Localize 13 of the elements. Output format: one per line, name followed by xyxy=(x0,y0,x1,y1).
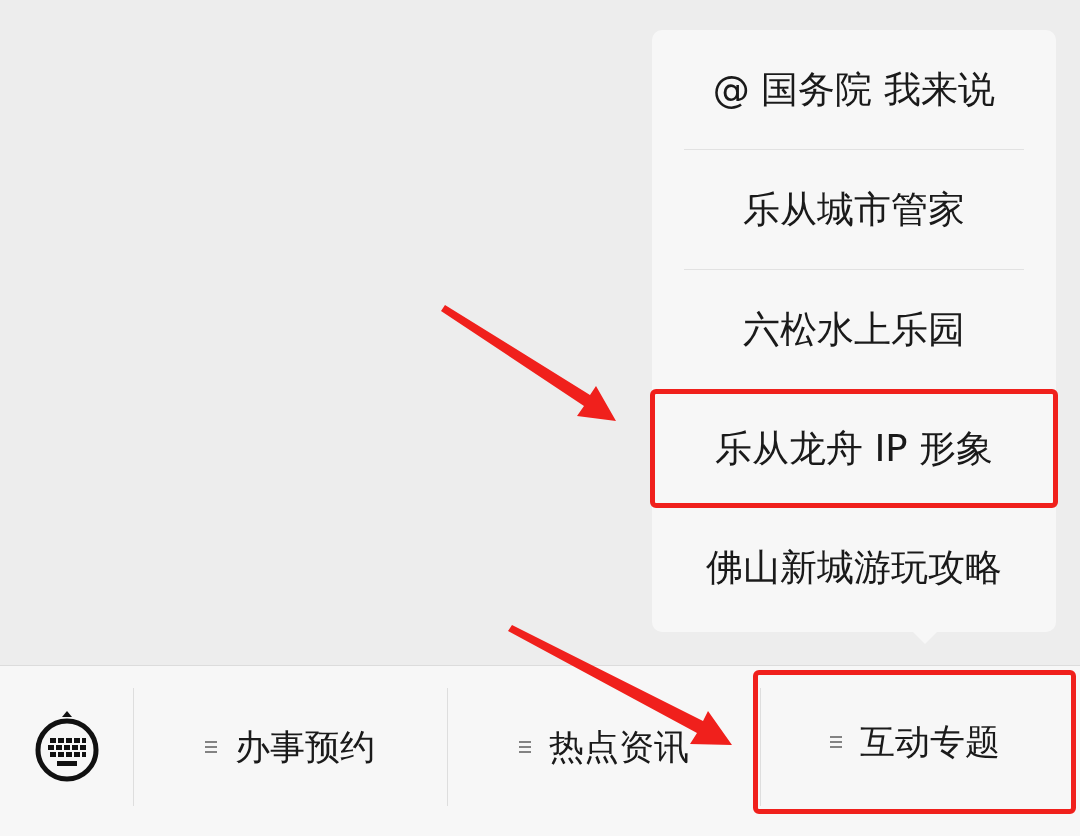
menu-item[interactable]: 佛山新城游玩攻略 xyxy=(652,508,1056,627)
menu-icon xyxy=(829,735,842,749)
menu-icon xyxy=(519,740,531,754)
menu-tab[interactable]: 办事预约 xyxy=(134,688,448,806)
menu-tab[interactable]: 互动专题 xyxy=(753,670,1076,814)
tab-label: 热点资讯 xyxy=(549,725,689,769)
menu-item[interactable]: @ 国务院 我来说 xyxy=(652,30,1056,149)
menu-item[interactable]: 乐从龙舟 IP 形象 xyxy=(650,389,1058,508)
menu-icon xyxy=(205,740,218,754)
menu-item[interactable]: 六松水上乐园 xyxy=(652,270,1056,389)
tab-label: 办事预约 xyxy=(235,725,376,769)
tab-label: 互动专题 xyxy=(859,720,1000,764)
menu-item[interactable]: 乐从城市管家 xyxy=(652,150,1056,269)
